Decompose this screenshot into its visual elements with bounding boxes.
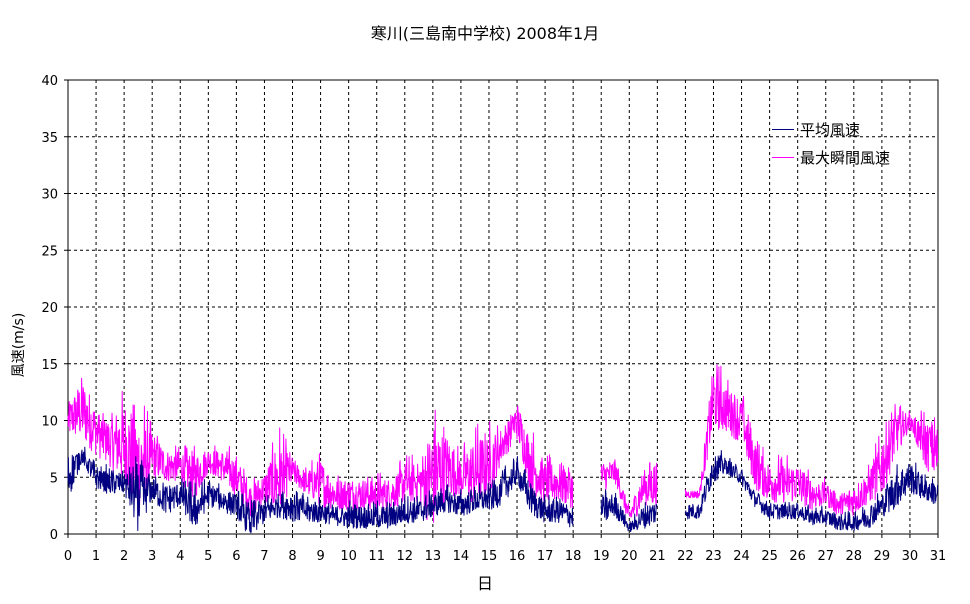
x-tick-label: 7 <box>260 549 268 564</box>
series-lines <box>67 364 939 534</box>
legend-label-gust: 最大瞬間風速 <box>800 148 891 167</box>
y-tick-label: 35 <box>41 131 58 146</box>
y-tick-label: 20 <box>41 301 58 316</box>
x-tick-label: 14 <box>453 549 470 564</box>
x-tick-label: 30 <box>902 549 919 564</box>
x-tick-label: 24 <box>733 549 750 564</box>
x-tick-label: 15 <box>481 549 498 564</box>
x-tick-label: 21 <box>649 549 666 564</box>
x-tick-label: 18 <box>565 549 582 564</box>
x-tick-label: 29 <box>874 549 891 564</box>
x-tick-label: 17 <box>537 549 554 564</box>
x-tick-label: 4 <box>176 549 184 564</box>
y-tick-label: 40 <box>41 74 58 89</box>
x-tick-label: 22 <box>677 549 694 564</box>
x-tick-label: 28 <box>846 549 863 564</box>
x-tick-label: 8 <box>288 549 296 564</box>
x-tick-label: 0 <box>64 549 72 564</box>
x-tick-label: 16 <box>509 549 526 564</box>
x-tick-label: 3 <box>148 549 156 564</box>
x-tick-label: 10 <box>340 549 357 564</box>
x-tick-label: 25 <box>761 549 778 564</box>
x-tick-label: 19 <box>593 549 610 564</box>
x-axis-label: 日 <box>476 574 493 593</box>
x-tick-label: 6 <box>232 549 240 564</box>
y-axis-label: 風速(m/s) <box>11 312 27 378</box>
x-tick-label: 5 <box>204 549 212 564</box>
y-tick-label: 5 <box>50 471 58 486</box>
legend-swatch-mean <box>772 128 794 130</box>
x-tick-label: 9 <box>316 549 324 564</box>
legend-item-mean: 平均風速 <box>772 115 890 143</box>
x-tick-label: 31 <box>930 549 947 564</box>
legend: 平均風速 最大瞬間風速 <box>772 115 890 171</box>
legend-swatch-gust <box>772 156 794 158</box>
x-tick-label: 1 <box>92 549 100 564</box>
x-tick-label: 23 <box>705 549 722 564</box>
y-tick-label: 0 <box>50 528 58 543</box>
x-tick-label: 20 <box>621 549 638 564</box>
x-tick-label: 2 <box>120 549 128 564</box>
y-tick-label: 10 <box>41 415 58 430</box>
legend-label-mean: 平均風速 <box>800 120 861 139</box>
x-tick-label: 13 <box>425 549 442 564</box>
x-tick-label: 26 <box>789 549 806 564</box>
legend-item-gust: 最大瞬間風速 <box>772 143 890 171</box>
y-tick-label: 15 <box>41 358 58 373</box>
series-line-max-gust <box>67 364 939 523</box>
y-tick-label: 25 <box>41 244 58 259</box>
x-tick-label: 11 <box>368 549 385 564</box>
x-tick-label: 12 <box>397 549 414 564</box>
y-tick-label: 30 <box>41 188 58 203</box>
wind-speed-chart: 0 1 2 3 4 5 6 7 8 9 10 11 12 13 14 15 16 17 18 19 20 21 22 23 24… <box>41 74 947 564</box>
x-tick-label: 27 <box>817 549 834 564</box>
